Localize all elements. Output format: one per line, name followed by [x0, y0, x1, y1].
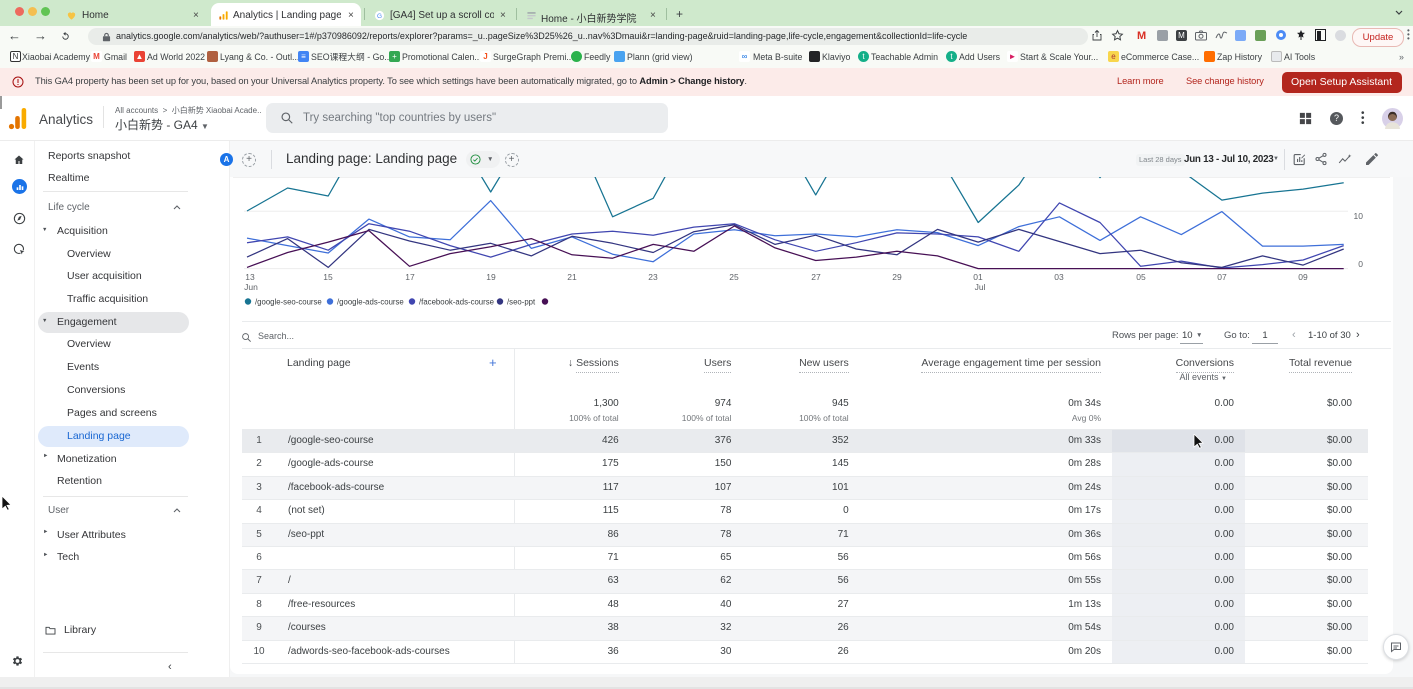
svg-text:29: 29: [892, 272, 902, 282]
svg-text:/facebook-ads-course: /facebook-ads-course: [419, 298, 494, 307]
svg-text:23: 23: [648, 272, 658, 282]
svg-text:07: 07: [1217, 272, 1227, 282]
svg-text:/seo-ppt: /seo-ppt: [507, 298, 536, 307]
svg-text:15: 15: [323, 272, 333, 282]
svg-text:21: 21: [567, 272, 577, 282]
svg-text:/google-seo-course: /google-seo-course: [255, 298, 322, 307]
svg-text:10: 10: [1354, 211, 1364, 221]
svg-text:0: 0: [1358, 259, 1363, 269]
svg-text:Jul: Jul: [975, 282, 986, 292]
svg-text:01: 01: [973, 272, 983, 282]
svg-text:05: 05: [1136, 272, 1146, 282]
svg-text:27: 27: [811, 272, 821, 282]
svg-text:13: 13: [245, 272, 255, 282]
svg-text:19: 19: [486, 272, 496, 282]
svg-text:Jun: Jun: [244, 282, 258, 292]
svg-text:/google-ads-course: /google-ads-course: [337, 298, 404, 307]
svg-text:09: 09: [1298, 272, 1308, 282]
svg-text:G: G: [377, 13, 382, 20]
svg-text:17: 17: [405, 272, 415, 282]
svg-text:25: 25: [729, 272, 739, 282]
svg-text:03: 03: [1054, 272, 1064, 282]
